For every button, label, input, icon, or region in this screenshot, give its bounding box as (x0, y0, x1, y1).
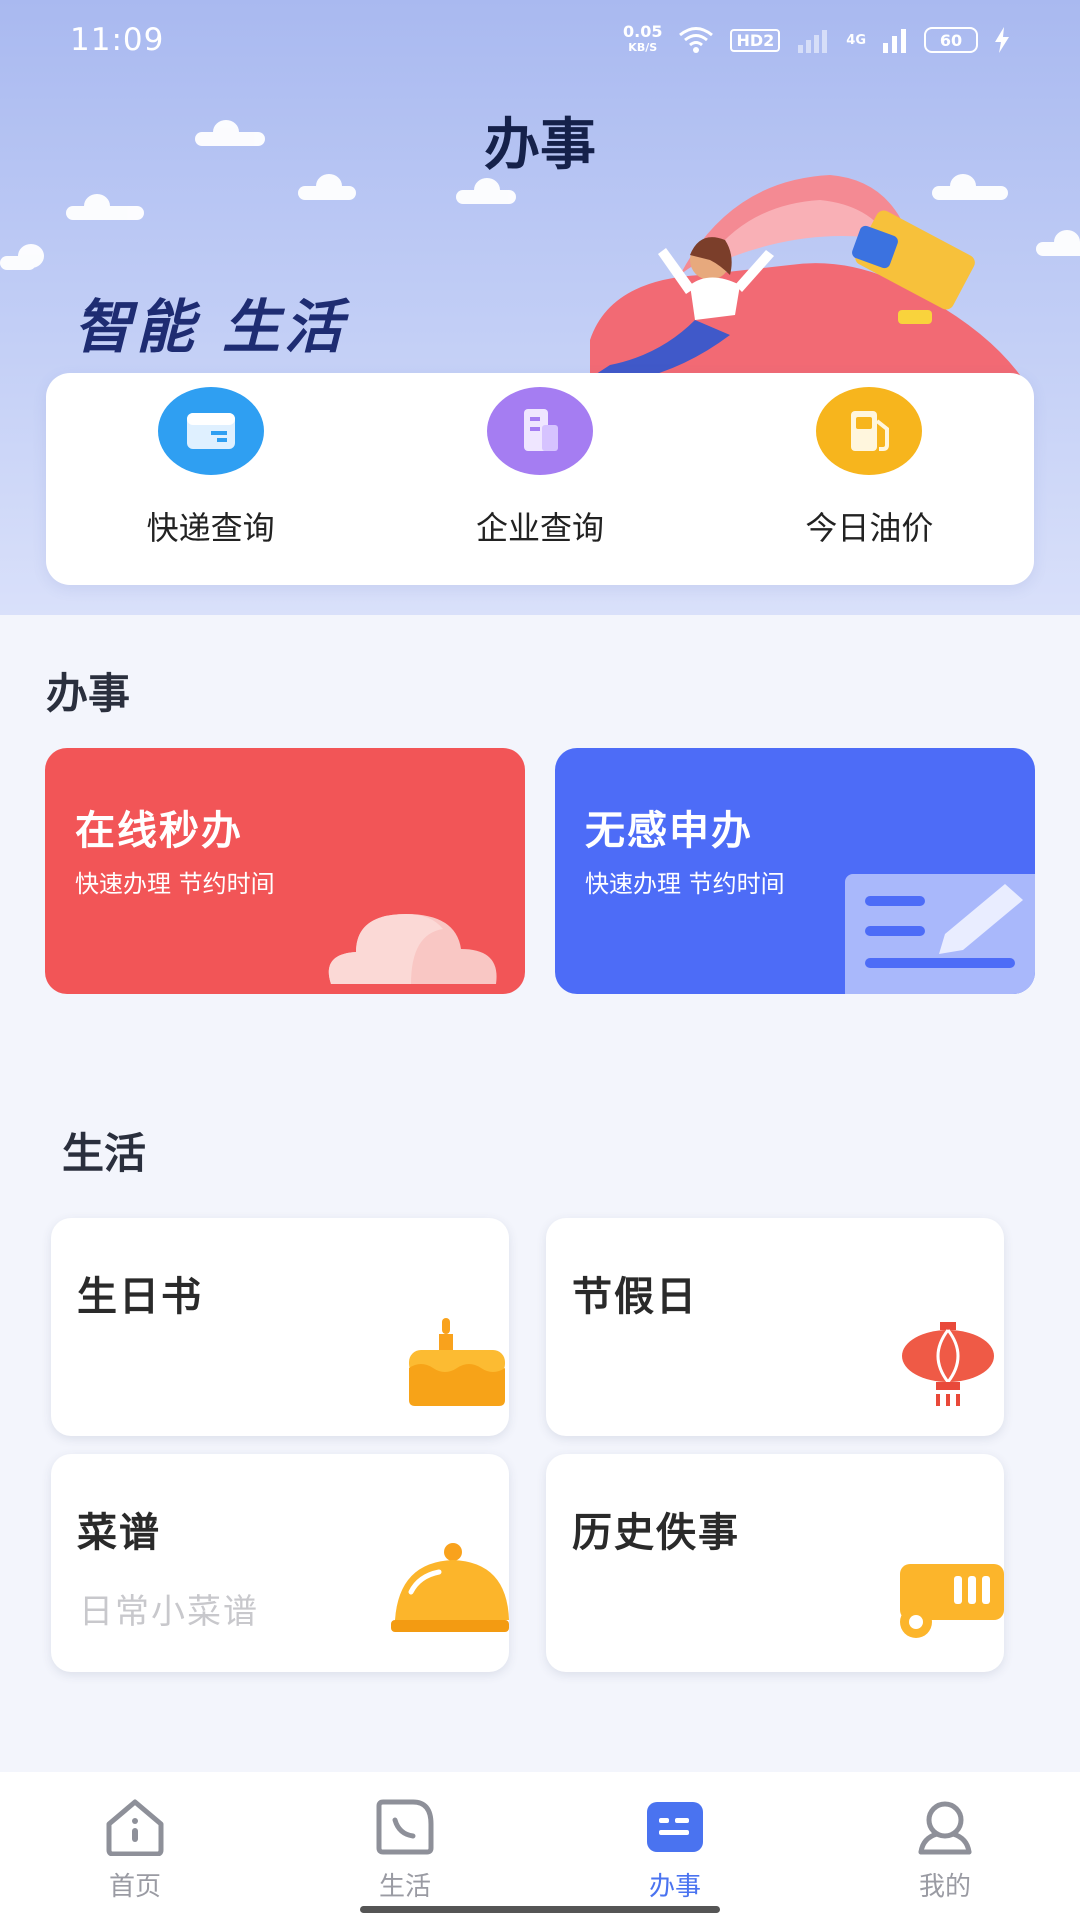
hd-badge: HD2 (730, 28, 781, 52)
life-icon (373, 1796, 437, 1858)
wifi-icon (679, 27, 714, 53)
profile-icon (913, 1796, 977, 1858)
food-cover-icon (391, 1543, 509, 1632)
quick-action-express[interactable]: 快递查询 (46, 373, 375, 585)
life-card-holiday[interactable]: 节假日 (546, 1218, 1004, 1436)
cloud-decoration (66, 194, 144, 220)
status-icons: 0.05 KB/S HD2 4G 60 (623, 24, 1010, 56)
document-edit-icon (845, 874, 1035, 994)
signal-icon (798, 30, 828, 53)
home-indicator[interactable] (360, 1906, 720, 1913)
slogan: 智能 生活 (74, 293, 347, 361)
building-icon (486, 387, 593, 475)
battery-icon: 60 (924, 27, 978, 53)
signal-icon-2 (883, 29, 906, 53)
hero-banner: 11:09 0.05 KB/S HD2 4G 60 办事 智能 生活 快递查询 … (0, 0, 1080, 615)
seamless-apply-card[interactable]: 无感申办 快速办理 节约时间 (555, 748, 1035, 994)
section-title-office: 办事 (46, 669, 131, 718)
film-reel-icon (900, 1564, 1004, 1638)
net-speed: 0.05 KB/S (622, 22, 663, 55)
fuel-pump-icon (816, 387, 923, 475)
cloud-decoration (0, 244, 44, 270)
quick-actions-card: 快递查询 企业查询 今日油价 (46, 373, 1034, 585)
cloud-decoration (456, 178, 516, 204)
office-icon (643, 1796, 707, 1858)
nav-profile[interactable]: 我的 (810, 1772, 1080, 1920)
online-fast-card[interactable]: 在线秒办 快速办理 节约时间 (45, 748, 525, 994)
network-type: 4G (846, 32, 866, 48)
package-icon (157, 387, 264, 475)
charging-icon (995, 27, 1009, 53)
quick-action-enterprise[interactable]: 企业查询 (375, 373, 704, 585)
nav-home[interactable]: 首页 (0, 1772, 270, 1920)
nav-office[interactable]: 办事 (540, 1772, 810, 1920)
status-bar: 11:09 0.05 KB/S HD2 4G 60 (0, 0, 1080, 80)
nav-life[interactable]: 生活 (270, 1772, 540, 1920)
bottom-nav: 首页 生活 办事 我的 (0, 1772, 1080, 1920)
cloud-decoration (298, 174, 356, 200)
recipes-subtitle: 日常小菜谱 (79, 1592, 259, 1632)
cloud-icon (328, 914, 497, 984)
home-icon (103, 1796, 167, 1858)
section-title-life: 生活 (62, 1129, 147, 1178)
cloud-decoration (195, 120, 265, 146)
life-card-birthday[interactable]: 生日书 (51, 1218, 509, 1436)
quick-action-oil-price[interactable]: 今日油价 (705, 373, 1034, 585)
status-time: 11:09 (70, 22, 165, 58)
lantern-icon (902, 1322, 994, 1406)
life-card-recipes[interactable]: 菜谱 日常小菜谱 (51, 1454, 509, 1672)
life-card-history[interactable]: 历史佚事 (546, 1454, 1004, 1672)
cake-icon (409, 1318, 505, 1406)
